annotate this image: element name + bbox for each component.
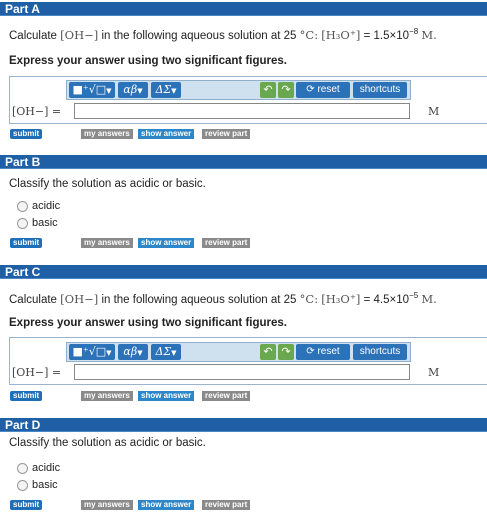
templates-button[interactable]: ■⁺√□▼ [69,82,115,98]
shortcuts-button[interactable]: shortcuts [353,344,407,360]
part-c-answer-input[interactable] [74,364,410,380]
part-b-title: Part B [5,155,41,169]
option-label: acidic [32,200,61,212]
radio-button[interactable] [17,480,28,491]
h3o-exponent: −5 [409,291,419,300]
part-a-review-part-button[interactable]: review part [202,129,251,139]
part-b-submit-button[interactable]: submit [10,238,43,248]
molar-unit: M. [421,291,437,306]
undo-icon[interactable]: ↶ [260,344,276,360]
part-c-title: Part C [5,265,41,279]
oh-expression: [OH−] [60,27,99,42]
templates-button[interactable]: ■⁺√□▼ [69,344,115,360]
part-b-show-answer-button[interactable]: show answer [138,238,195,248]
part-d-show-answer-button[interactable]: show answer [138,500,195,510]
h3o-value: = 4.5×10 [363,293,410,306]
part-a-my-answers-button[interactable]: my answers [81,129,133,139]
part-a-title: Part A [5,2,40,16]
radio-button[interactable] [17,463,28,474]
part-c-show-answer-button[interactable]: show answer [138,391,195,401]
h3o-expression: [H₃O⁺] [321,291,361,306]
greek-letters-button[interactable]: αβ▼ [118,82,148,98]
greek-letters-button[interactable]: αβ▼ [118,344,148,360]
option-label: basic [32,479,58,491]
part-c-unit: M [428,366,440,379]
part-a-submit-button[interactable]: submit [10,129,43,139]
part-c-equation-toolbar: ■⁺√□▼ αβ▼ ΔΣ▼ ↶ ↷ ⟳ reset shortcuts [66,342,411,362]
temp-unit: °C: [299,291,319,306]
part-a-equation-toolbar: ■⁺√□▼ αβ▼ ΔΣ▼ ↶ ↷ ⟳ reset shortcuts [66,80,411,100]
molar-unit: M. [421,27,437,42]
part-a-unit: M [428,105,440,118]
part-c-instruction: Express your answer using two significan… [9,317,287,329]
radio-button[interactable] [17,201,28,212]
reset-button[interactable]: ⟳ reset [296,82,350,98]
part-c-my-answers-button[interactable]: my answers [81,391,133,401]
h3o-expression: [H₃O⁺] [321,27,361,42]
part-c-header: Part C [0,265,487,279]
h3o-value: = 1.5×10 [363,29,410,42]
part-b-header: Part B [0,155,487,169]
part-a-show-answer-button[interactable]: show answer [138,129,195,139]
undo-icon[interactable]: ↶ [260,82,276,98]
reset-button[interactable]: ⟳ reset [296,344,350,360]
shortcuts-button[interactable]: shortcuts [353,82,407,98]
part-a-header: Part A [0,2,487,16]
option-label: basic [32,217,58,229]
part-d-submit-button[interactable]: submit [10,500,43,510]
part-c-question: Calculate [OH−] in the following aqueous… [9,291,437,306]
part-d-review-part-button[interactable]: review part [202,500,251,510]
option-label: acidic [32,462,61,474]
radio-button[interactable] [17,218,28,229]
part-c-review-part-button[interactable]: review part [202,391,251,401]
part-d-question: Classify the solution as acidic or basic… [9,437,206,449]
question-mid: in the following aqueous solution at 25 [101,29,297,42]
part-c-input-label: [OH−] = [12,366,62,379]
part-c-submit-button[interactable]: submit [10,391,43,401]
part-d-my-answers-button[interactable]: my answers [81,500,133,510]
part-d-header: Part D [0,418,487,432]
redo-icon[interactable]: ↷ [278,344,294,360]
part-b-question: Classify the solution as acidic or basic… [9,178,206,190]
part-b-my-answers-button[interactable]: my answers [81,238,133,248]
oh-expression: [OH−] [60,291,99,306]
part-a-answer-input[interactable] [74,103,410,119]
part-a-question: Calculate [OH−] in the following aqueous… [9,27,437,42]
question-mid: in the following aqueous solution at 25 [101,293,297,306]
symbols-button[interactable]: ΔΣ▼ [151,82,181,98]
h3o-exponent: −8 [409,27,419,36]
temp-unit: °C: [299,27,319,42]
question-prefix: Calculate [9,29,57,42]
part-b-review-part-button[interactable]: review part [202,238,251,248]
part-a-input-label: [OH−] = [12,105,62,118]
redo-icon[interactable]: ↷ [278,82,294,98]
part-d-title: Part D [5,418,41,432]
part-a-instruction: Express your answer using two significan… [9,55,287,67]
question-prefix: Calculate [9,293,57,306]
symbols-button[interactable]: ΔΣ▼ [151,344,181,360]
